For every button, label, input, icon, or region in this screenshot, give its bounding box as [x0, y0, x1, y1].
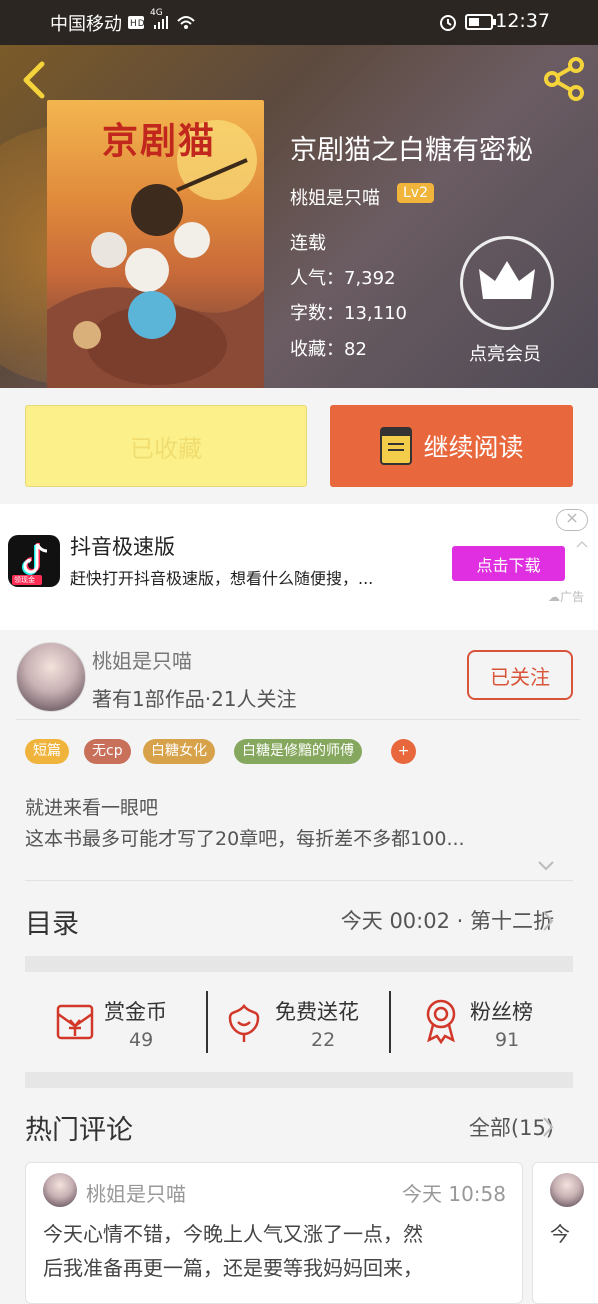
- douyin-app-icon[interactable]: 领现金: [8, 535, 60, 587]
- clock: 12:37: [495, 10, 550, 32]
- chevron-up-icon: [576, 534, 588, 553]
- free-flower-label[interactable]: 免费送花: [275, 996, 359, 1026]
- popularity-value: 7,392: [344, 268, 396, 289]
- author-level-badge: Lv2: [397, 183, 434, 203]
- ad-label-text: 广告: [560, 590, 585, 604]
- cover-logo: 京剧猫: [102, 121, 217, 162]
- favorites-value: 82: [344, 339, 367, 360]
- alarm-icon: [437, 11, 459, 37]
- section-separator: [25, 1072, 573, 1088]
- ad-close-button[interactable]: [556, 509, 588, 531]
- book-author[interactable]: 桃姐是只喵: [290, 184, 380, 210]
- chevron-right-icon: [541, 1115, 555, 1143]
- expand-intro-icon[interactable]: [537, 857, 555, 876]
- tag-master[interactable]: 白糖是修黯的师傅: [234, 739, 362, 764]
- favorites-row: 收藏：82: [290, 335, 367, 361]
- intro-line: 就进来看一眼吧: [25, 797, 159, 819]
- carrier-label: 中国移动: [50, 14, 122, 35]
- favorites-label: 收藏：: [290, 339, 344, 360]
- ad-label: ☁广告: [548, 590, 585, 604]
- comment-time: 今天 10:58: [402, 1182, 506, 1206]
- comment-avatar[interactable]: [43, 1173, 77, 1207]
- battery-icon: [465, 13, 497, 35]
- reward-label[interactable]: 赏金币: [104, 996, 167, 1026]
- follow-button[interactable]: 已关注: [467, 650, 573, 700]
- comment-card[interactable]: 今: [532, 1162, 598, 1304]
- hot-comments-title: 热门评论: [25, 1115, 133, 1146]
- add-tag-button[interactable]: +: [391, 739, 416, 764]
- book-icon: [380, 427, 413, 465]
- ad-title: 抖音极速版: [70, 535, 175, 559]
- comment-card[interactable]: 桃姐是只喵 今天 10:58 今天心情不错，今晚上人气又涨了一点，然 后我准备再…: [25, 1162, 523, 1304]
- comment-text: 今天心情不错，今晚上人气又涨了一点，然: [43, 1222, 423, 1246]
- toc-latest-chapter[interactable]: 今天 00:02 · 第十二折: [341, 905, 554, 935]
- word-count-value: 13,110: [344, 303, 407, 324]
- comment-text: 后我准备再更一篇，还是要等我妈妈回来，: [43, 1256, 423, 1280]
- reward-count: 49: [129, 1029, 154, 1051]
- collected-button[interactable]: 已收藏: [25, 405, 307, 487]
- popularity-row: 人气：7,392: [290, 264, 396, 290]
- svg-text:HD: HD: [130, 19, 146, 29]
- word-count-label: 字数：: [290, 303, 344, 324]
- medal-icon[interactable]: [420, 998, 462, 1048]
- fan-ranking-label[interactable]: 粉丝榜: [470, 996, 533, 1026]
- stat-divider: [389, 991, 391, 1053]
- book-cover[interactable]: 京剧猫: [47, 100, 264, 388]
- intro-line: 这本书最多可能才写了20章吧，每折差不多都100...: [25, 828, 465, 850]
- network-type: 4G: [150, 8, 163, 18]
- crown-icon: [479, 261, 535, 299]
- flower-count: 22: [311, 1029, 336, 1051]
- vip-button[interactable]: [460, 236, 554, 330]
- hd-network-icon: HD: [128, 13, 198, 36]
- divider: [25, 880, 573, 881]
- close-icon: [567, 513, 577, 523]
- continue-reading-button[interactable]: 继续阅读: [330, 405, 573, 487]
- ad-icon-badge: 领现金: [14, 576, 35, 584]
- ad-download-button[interactable]: 点击下载: [452, 546, 565, 581]
- chevron-right-icon: [541, 909, 555, 937]
- back-button[interactable]: [18, 58, 52, 102]
- book-title: 京剧猫之白糖有密秘: [290, 135, 533, 166]
- word-count-row: 字数：13,110: [290, 299, 407, 325]
- author-stats: 著有1部作品·21人关注: [92, 687, 297, 711]
- comment-text: 今: [550, 1222, 570, 1246]
- vip-label: 点亮会员: [469, 344, 541, 365]
- popularity-label: 人气：: [290, 268, 344, 289]
- flower-icon[interactable]: [224, 1000, 264, 1048]
- chevron-left-icon: [23, 61, 45, 99]
- continue-reading-label: 继续阅读: [423, 433, 524, 462]
- book-status: 连载: [290, 233, 326, 254]
- coin-envelope-icon[interactable]: [52, 1000, 96, 1048]
- fan-count: 91: [495, 1029, 520, 1051]
- tag-baitang[interactable]: 白糖女化: [143, 739, 215, 764]
- status-bar: 中国移动 HD 4G 12:37: [0, 0, 598, 45]
- comment-user[interactable]: 桃姐是只喵: [86, 1178, 186, 1207]
- author-name[interactable]: 桃姐是只喵: [92, 645, 192, 674]
- comment-avatar[interactable]: [550, 1173, 584, 1207]
- share-button[interactable]: [542, 56, 588, 102]
- stat-divider: [206, 991, 208, 1053]
- tag-short[interactable]: 短篇: [25, 739, 69, 764]
- author-avatar[interactable]: [16, 642, 86, 712]
- share-icon: [544, 57, 584, 101]
- divider: [16, 719, 580, 720]
- ad-description: 赶快打开抖音极速版，想看什么随便搜，...: [70, 569, 374, 588]
- section-separator: [25, 956, 573, 972]
- toc-title[interactable]: 目录: [25, 902, 79, 941]
- tag-no-cp[interactable]: 无cp: [84, 739, 131, 764]
